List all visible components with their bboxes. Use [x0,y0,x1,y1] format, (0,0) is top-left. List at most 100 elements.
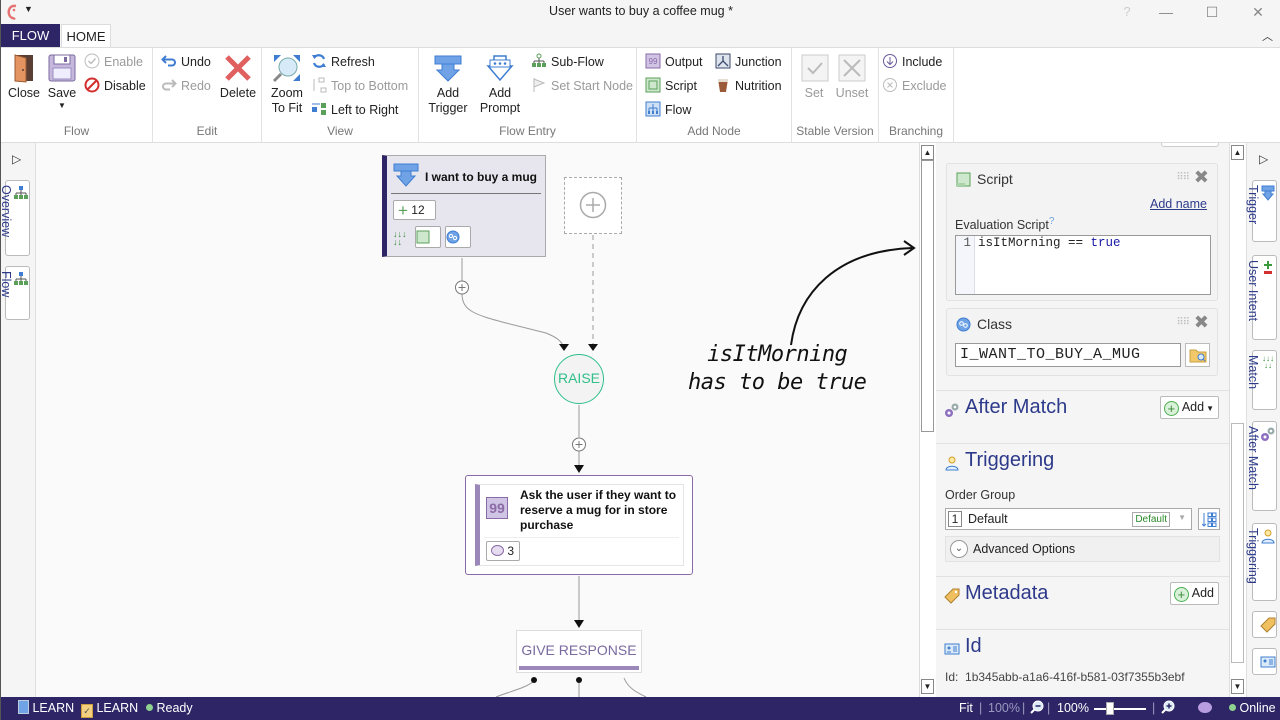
side-tab-id[interactable] [1252,648,1277,675]
scroll-down-arrow-icon[interactable]: ▼ [921,679,934,694]
expand-left-panel-icon[interactable]: ▷ [12,152,21,166]
side-tab-user-intent[interactable]: User Intent [1246,255,1277,340]
browse-class-button[interactable] [1185,343,1210,367]
class-icon [446,230,460,244]
save-dropdown-icon[interactable]: ▼ [46,101,78,111]
line-number-gutter: 1 [956,236,975,294]
add-output-button[interactable]: 99 Output [645,52,703,72]
zoom-slider[interactable] [1094,700,1146,717]
side-tab-match[interactable]: ↓↓↓ ↓↓ Match [1246,350,1277,410]
chat-button[interactable] [1198,700,1212,717]
left-to-right-label: Left to Right [331,103,399,117]
close-button[interactable]: Close [6,52,42,101]
scroll-up-arrow-icon[interactable]: ▲ [1231,145,1244,160]
add-junction-button[interactable]: Junction [715,52,782,72]
overview-tab-label: Overview [0,185,13,238]
trigger-node[interactable]: I want to buy a mug + 12 ↓↓↓ ↓↓ [382,155,546,257]
save-button[interactable]: Save ▼ [46,52,78,111]
zoom-out-button[interactable] [1030,700,1044,717]
outputs-chip[interactable]: 3 [486,541,520,561]
sub-flow-button[interactable]: Sub-Flow [531,52,604,72]
top-to-bottom-button[interactable]: Top to Bottom [311,76,408,96]
remove-class-button[interactable]: ✖ [1194,312,1209,333]
refresh-button[interactable]: Refresh [311,52,375,72]
enable-button[interactable]: Enable [84,52,143,72]
empty-trigger-placeholder[interactable] [564,177,622,234]
add-script-button[interactable]: Script [645,76,697,96]
side-tab-after-match[interactable]: After Match [1246,421,1277,511]
advanced-options-toggle[interactable]: ⌄ Advanced Options [945,536,1220,562]
disable-button[interactable]: Disable [84,76,146,96]
tab-home[interactable]: HOME [61,24,111,49]
order-group-settings-button[interactable] [1198,508,1220,530]
chat-bubble-icon [1198,702,1212,713]
class-chip[interactable] [445,226,471,248]
evaluation-script-editor[interactable]: 1 isItMorning == true [955,235,1211,295]
raise-node[interactable]: RAISE [554,354,604,404]
after-match-add-button[interactable]: + Add ▼ [1159,396,1219,419]
add-trigger-button[interactable]: Add Trigger [428,52,468,116]
help-button[interactable]: ? [1112,2,1142,22]
scroll-up-arrow-icon[interactable]: ▲ [921,145,934,160]
refresh-icon [312,54,326,68]
unset-stable-button[interactable]: Unset [835,52,869,101]
side-tab-trigger[interactable]: Trigger [1246,180,1277,242]
node-color-bar [519,666,639,670]
output-port-dot[interactable] [531,677,537,683]
drag-handle-icon[interactable]: ⠿⠿ [1176,172,1190,183]
collapse-ribbon-icon[interactable]: ︿ [1262,28,1273,44]
minimize-button[interactable]: — [1151,2,1181,22]
set-start-node-button[interactable]: Set Start Node [531,76,633,96]
remove-script-button[interactable]: ✖ [1194,167,1209,188]
add-nutrition-button[interactable]: Nutrition [715,76,782,96]
metadata-add-button[interactable]: + Add [1169,582,1219,605]
properties-vertical-scrollbar[interactable]: ▲ ▼ [1229,143,1244,697]
prompt-node[interactable]: 99 Ask the user if they want to reserve … [465,475,693,575]
left-to-right-button[interactable]: Left to Right [311,100,398,120]
side-tab-flow[interactable]: Flow [0,266,30,320]
help-icon[interactable]: ? [1049,216,1055,227]
close-window-button[interactable]: ✕ [1243,2,1273,22]
learn-button-2[interactable]: ✓ LEARN [81,700,138,718]
add-name-link[interactable]: Add name [1150,197,1207,211]
exclude-icon [883,78,897,92]
side-tab-metadata[interactable] [1252,611,1277,638]
scroll-thumb[interactable] [921,160,934,432]
side-tab-triggering[interactable]: Triggering [1246,523,1277,601]
learn-button-1[interactable]: LEARN [18,700,74,717]
script-chip[interactable] [415,226,441,248]
include-button[interactable]: Include [882,52,942,72]
add-flow-button[interactable]: Flow [645,100,691,120]
overview-icon [14,186,28,199]
scroll-thumb[interactable] [1231,423,1244,663]
set-stable-button[interactable]: Set [799,52,829,101]
zoom-in-button[interactable] [1161,700,1175,717]
zoom-slider-thumb[interactable] [1106,702,1115,715]
id-title: Id [965,635,982,657]
class-name-input[interactable]: I_WANT_TO_BUY_A_MUG [955,343,1181,367]
scroll-down-arrow-icon[interactable]: ▼ [1231,679,1244,694]
panel-top-button-edge [1161,143,1219,147]
exclude-button[interactable]: Exclude [882,76,946,96]
zoom-in-icon [1161,700,1175,714]
user-intent-chip[interactable]: + 12 [393,200,436,220]
gears-icon [945,403,959,417]
group-label-edit: Edit [196,124,218,138]
checklist-icon: ✓ [81,704,93,718]
zoom-fit-button[interactable]: Fit [959,700,973,717]
output-port-dot[interactable] [576,677,582,683]
canvas-vertical-scrollbar[interactable]: ▲ ▼ [919,143,934,697]
delete-button[interactable]: Delete [219,52,257,101]
undo-button[interactable]: Undo [161,52,211,72]
tab-flow[interactable]: FLOW [1,24,60,48]
redo-button[interactable]: Redo [161,76,211,96]
flow-canvas[interactable]: I want to buy a mug + 12 ↓↓↓↓↓ RAISE 99 [36,143,919,697]
drag-handle-icon[interactable]: ⠿⠿ [1176,317,1190,328]
expand-right-panel-icon[interactable]: ▷ [1259,152,1268,166]
add-prompt-button[interactable]: Add Prompt [478,52,522,116]
order-group-select[interactable]: 1 Default Default ▼ [945,508,1192,530]
side-tab-overview[interactable]: Overview [0,180,30,256]
give-response-node[interactable]: GIVE RESPONSE [516,630,642,673]
zoom-to-fit-button[interactable]: Zoom To Fit [268,52,306,116]
maximize-button[interactable]: ☐ [1197,2,1227,22]
